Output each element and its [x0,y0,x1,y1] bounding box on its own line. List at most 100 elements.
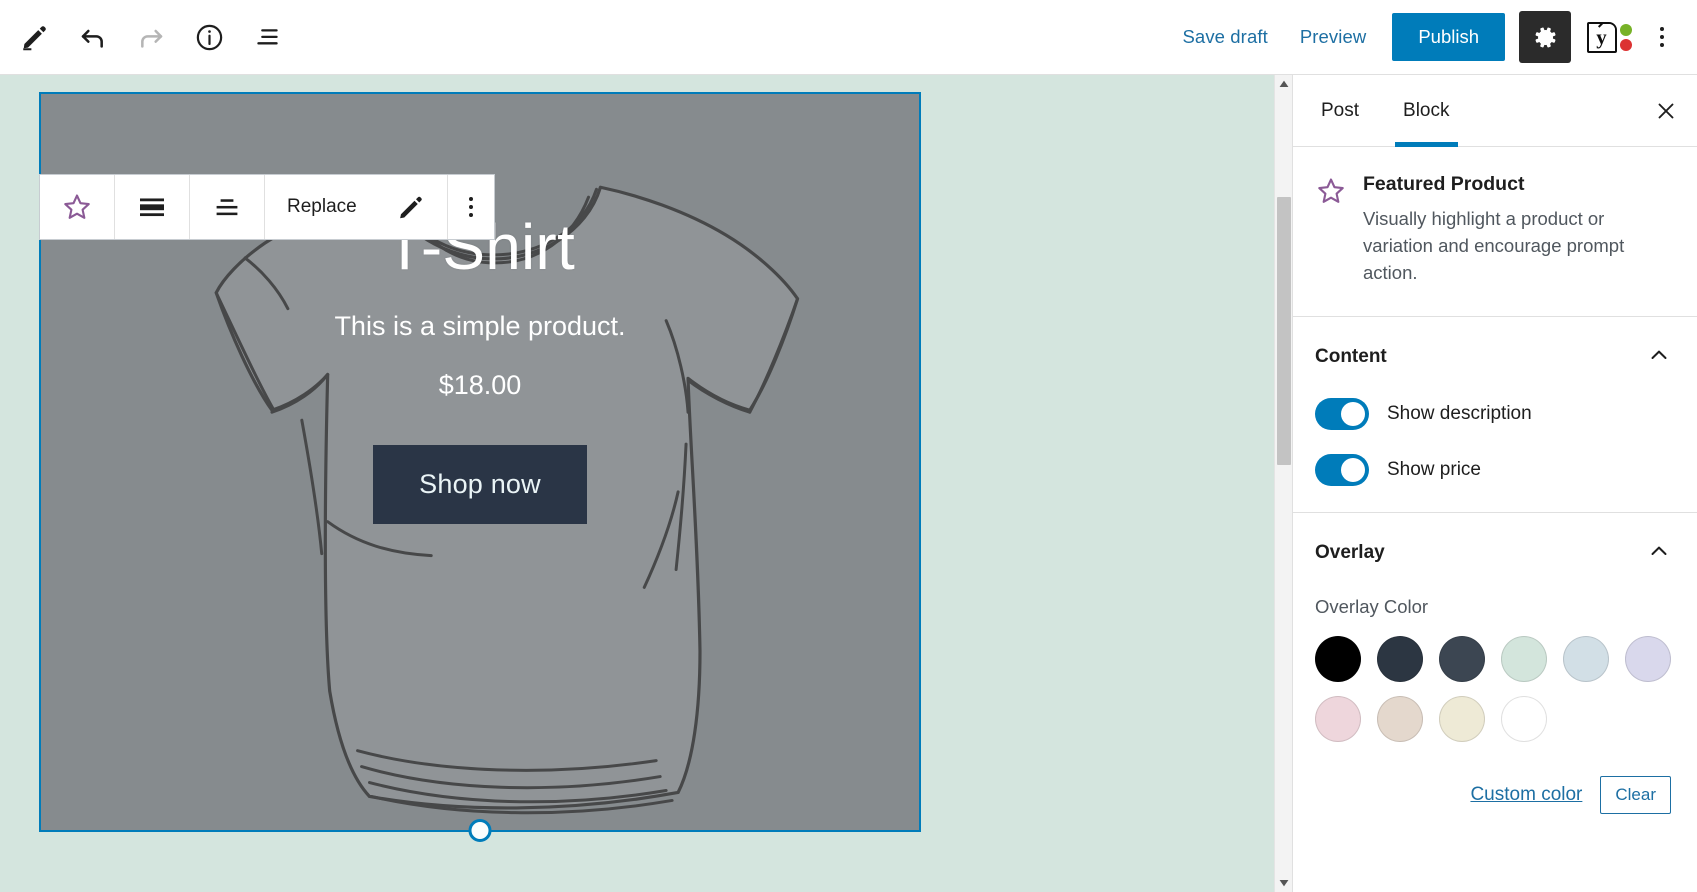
close-icon[interactable] [1635,75,1697,146]
show-description-toggle[interactable] [1315,398,1369,431]
close-icon-glyph [1658,103,1674,118]
color-swatch-slate-gray[interactable] [1439,636,1485,683]
alignment-group [115,175,265,239]
yoast-dot-red [1619,38,1632,51]
gear-icon-glyph [1535,27,1555,47]
yoast-dot-green [1619,23,1632,36]
color-swatch-pale-lavender[interactable] [1625,636,1671,683]
overlay-color-label: Overlay Color [1315,596,1429,618]
tab-post[interactable]: Post [1299,75,1381,146]
save-draft-button[interactable]: Save draft [1166,16,1283,58]
redo-icon-glyph [141,29,163,48]
yoast-logo-mark: y [1586,21,1617,53]
kebab-dot [468,213,473,217]
bottom-resize-handle[interactable] [468,819,492,842]
custom-color-link[interactable]: Custom color [1470,784,1582,806]
yoast-seo-icon[interactable]: y [1581,11,1637,63]
sidebar-tabs: Post Block [1293,75,1697,147]
kebab-dot [468,205,473,209]
media-group: Replace [265,175,448,239]
replace-button[interactable]: Replace [265,175,375,239]
overlay-panel: Overlay Overlay Color Custom color Clear [1293,512,1697,840]
list-view-icon[interactable] [238,6,296,68]
publish-button[interactable]: Publish [1392,13,1505,61]
star-icon[interactable] [40,175,114,239]
scrollbar-thumb[interactable] [1277,197,1291,465]
product-description: This is a simple product. [334,310,626,341]
color-swatch-pale-blue[interactable] [1563,636,1609,683]
show-description-label: Show description [1387,403,1532,425]
color-swatch-white[interactable] [1501,696,1547,743]
content-panel: Content Show description Show price [1293,316,1697,512]
shop-now-button[interactable]: Shop now [373,444,587,524]
more-options-icon[interactable] [1637,8,1687,66]
top-bar-right-actions: Save draft Preview Publish y [1166,8,1697,66]
chevron-up-icon-glyph [1651,351,1667,360]
edit-pen-icon-glyph [23,26,46,51]
show-price-label: Show price [1387,459,1481,481]
chevron-up-icon-glyph [1651,547,1667,556]
show-price-row: Show price [1315,454,1671,487]
yoast-status-dots [1619,23,1632,51]
chevron-up-icon [1647,539,1671,566]
info-icon[interactable] [180,6,238,68]
editor-body: T-Shirt This is a simple product. $18.00… [0,75,1697,892]
redo-icon[interactable] [122,6,180,68]
color-swatch-black[interactable] [1315,636,1361,683]
change-alignment-icon-glyph [216,199,238,216]
star-icon [1315,173,1347,286]
kebab-dot [1660,35,1664,39]
color-swatch-pale-cream[interactable] [1439,696,1485,743]
block-editor-app: Save draft Preview Publish y T-Shirt Thi… [0,0,1697,892]
top-bar-left-tools [0,6,296,68]
show-description-row: Show description [1315,398,1671,431]
star-icon-glyph [64,194,90,219]
more-options-icon[interactable] [447,175,494,239]
kebab-dot [1660,43,1664,47]
undo-icon-glyph [81,29,103,48]
overlay-panel-header[interactable]: Overlay [1315,535,1671,570]
canvas-scrollbar[interactable] [1274,75,1292,892]
tab-block[interactable]: Block [1381,75,1471,147]
show-price-toggle[interactable] [1315,454,1369,487]
settings-sidebar: Post Block Featured Product Visually hig… [1292,75,1697,892]
color-swatch-pale-pink[interactable] [1315,696,1361,743]
content-panel-header[interactable]: Content [1315,339,1671,374]
clear-color-button[interactable]: Clear [1600,776,1671,815]
pencil-edit-icon-glyph [399,196,422,219]
product-price: $18.00 [438,369,522,400]
star-icon-glyph [1318,178,1344,203]
color-actions: Custom color Clear [1315,776,1671,815]
change-alignment-icon[interactable] [190,175,264,239]
list-view-icon-glyph [256,28,278,44]
edit-pen-icon[interactable] [6,6,64,68]
pencil-edit-icon[interactable] [374,175,447,239]
color-swatch-dark-slate[interactable] [1377,636,1423,683]
align-full-width-icon[interactable] [115,175,190,239]
gear-icon[interactable] [1519,11,1571,63]
color-swatch-pale-tan[interactable] [1377,696,1423,743]
kebab-dot [468,197,473,201]
align-full-width-icon-glyph [140,198,164,217]
block-info-text: Featured Product Visually highlight a pr… [1363,173,1671,286]
undo-icon[interactable] [64,6,122,68]
scroll-up-arrow-icon[interactable] [1275,75,1292,93]
info-icon-glyph [196,24,222,50]
overlay-panel-title: Overlay [1315,541,1385,563]
block-info: Featured Product Visually highlight a pr… [1293,147,1697,316]
color-swatch-pale-mint[interactable] [1501,636,1547,683]
block-description: Visually highlight a product or variatio… [1363,208,1625,283]
kebab-menu-icon [468,197,473,217]
preview-button[interactable]: Preview [1284,16,1383,58]
chevron-down-icon-glyph [1279,880,1288,887]
chevron-up-icon [1647,343,1671,370]
block-toolbar: Replace [39,174,495,240]
toggle-knob [1341,402,1365,427]
editor-canvas[interactable]: T-Shirt This is a simple product. $18.00… [0,75,1274,892]
toggle-knob [1341,458,1365,483]
block-type-group [40,175,115,239]
editor-top-bar: Save draft Preview Publish y [0,0,1697,75]
scroll-down-arrow-icon[interactable] [1275,874,1292,892]
block-title: Featured Product [1363,173,1525,195]
chevron-up-icon-glyph [1279,80,1288,87]
